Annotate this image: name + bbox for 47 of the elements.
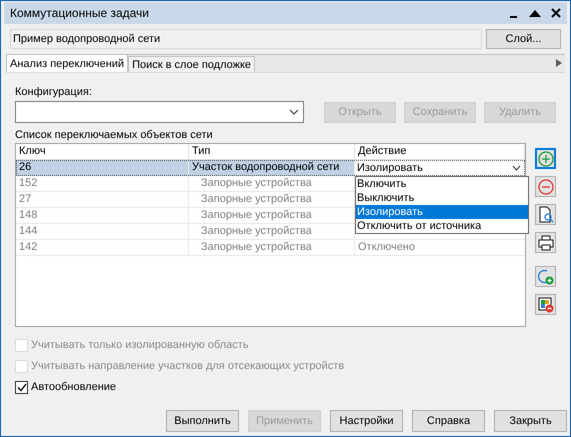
plus-icon [538, 150, 554, 166]
dialog-button[interactable]: Справка [412, 410, 485, 432]
toolbar-button[interactable] [535, 232, 556, 253]
key-cell: 27 [16, 192, 189, 207]
key-cell: 26 [16, 160, 189, 176]
layer-button[interactable]: Слой... [486, 29, 561, 49]
toolbar-button[interactable] [535, 204, 556, 225]
key-cell: 152 [16, 176, 189, 191]
table-row[interactable]: 26 Участок водопроводной сети Изолировать [16, 160, 525, 176]
checkbox-label: Учитывать направление участков для отсекающих устройств [31, 359, 344, 373]
dropdown-option[interactable]: Выключить [356, 191, 528, 205]
configuration-label: Конфигурация: [15, 85, 93, 99]
tab[interactable]: Поиск в слое подложке [128, 56, 256, 72]
dropdown-option[interactable]: Изолировать [356, 205, 528, 219]
add-layer-icon [538, 268, 554, 284]
toolbar-button[interactable] [535, 294, 556, 315]
key-cell: 148 [16, 208, 189, 223]
column-header[interactable]: Ключ [16, 144, 189, 159]
dropdown-option[interactable]: Включить [356, 177, 528, 191]
column-header[interactable]: Тип [189, 144, 355, 159]
minus-icon [538, 178, 554, 194]
scroll-right-icon[interactable] [556, 59, 562, 67]
type-cell: Запорные устройства [189, 240, 355, 255]
action-cell-text: Отключено [357, 240, 416, 255]
checkbox[interactable] [15, 380, 28, 394]
window-title: Коммутационные задачи [10, 6, 150, 20]
checkbox-label: Автообновление [31, 380, 116, 394]
key-cell: 142 [16, 240, 189, 255]
action-dropdown[interactable]: Изолировать [355, 160, 525, 176]
chevron-down-icon [512, 166, 521, 170]
dialog-button[interactable]: Выполнить [166, 410, 239, 432]
dialog-button[interactable]: Закрыть [494, 410, 567, 432]
close-icon[interactable] [551, 8, 561, 18]
checkbox-label: Учитывать только изолированную область [31, 338, 249, 352]
document-search-icon [538, 206, 554, 223]
chevron-down-icon [289, 109, 299, 115]
check-icon [16, 382, 26, 392]
printer-icon [538, 234, 554, 250]
dialog-button[interactable]: Настройки [330, 410, 403, 432]
table-title: Список переключаемых объектов сети [15, 128, 214, 142]
configuration-dropdown[interactable] [15, 101, 304, 123]
legend-icon [538, 296, 554, 312]
collapse-icon[interactable] [529, 8, 541, 18]
key-cell: 144 [16, 224, 189, 239]
network-field: Пример водопроводной сети [10, 29, 482, 49]
tab[interactable]: Анализ переключений [6, 54, 128, 72]
column-header[interactable]: Действие [355, 144, 525, 159]
